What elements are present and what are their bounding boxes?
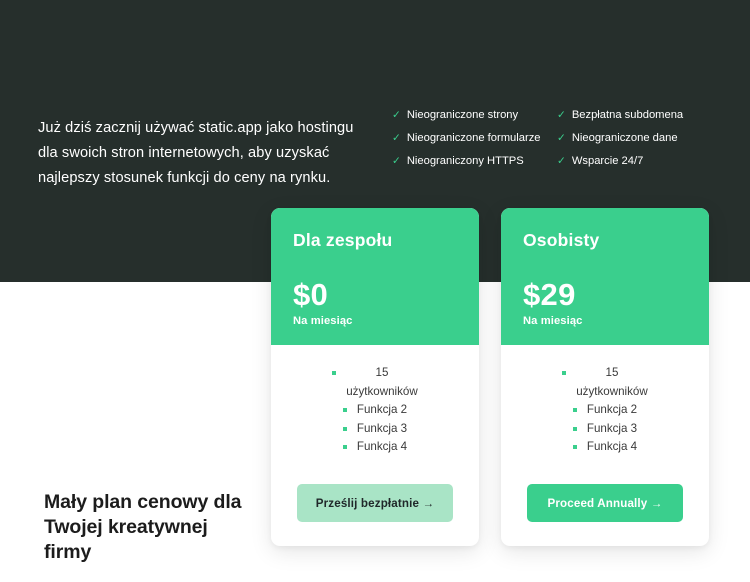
hero-feature-label: Wsparcie 24/7 — [571, 155, 644, 167]
hero-feature-label: Nieograniczone formularze — [406, 132, 541, 144]
hero-feature-item: ✓ Nieograniczone dane — [557, 131, 722, 154]
list-item: Funkcja 4 — [297, 438, 453, 457]
hero-feature-item: ✓ Nieograniczone formularze — [392, 131, 557, 154]
square-bullet-icon — [572, 408, 577, 412]
plan-period: Na miesiąc — [293, 315, 353, 327]
hero-feature-item: ✓ Bezpłatna subdomena — [557, 108, 722, 131]
check-icon: ✓ — [392, 109, 401, 121]
check-icon: ✓ — [557, 155, 566, 167]
plan-feature-label: Funkcja 4 — [356, 440, 408, 453]
plan-feature-label: Funkcja 4 — [586, 440, 638, 453]
plan-name: Dla zespołu — [293, 230, 393, 250]
list-item: Funkcja 4 — [527, 438, 683, 457]
plan-feature-label: Funkcja 3 — [586, 421, 638, 435]
pricing-card-header: Dla zespołu $0 Na miesiąc — [271, 208, 479, 345]
pricing-card-body: 15 użytkowników Funkcja 2 Funkcja 3 Funk… — [271, 345, 479, 546]
list-item: 15 użytkowników — [527, 364, 683, 401]
list-item: Funkcja 2 — [297, 401, 453, 420]
square-bullet-icon — [572, 426, 577, 431]
list-item: Funkcja 2 — [527, 401, 683, 420]
plan-period: Na miesiąc — [523, 315, 583, 327]
square-bullet-icon — [342, 426, 347, 431]
hero-feature-checklist: ✓ Nieograniczone strony ✓ Bezpłatna subd… — [392, 108, 722, 177]
list-item: Funkcja 3 — [527, 420, 683, 439]
pricing-card-personal[interactable]: Osobisty $29 Na miesiąc 15 użytkowników … — [501, 208, 709, 546]
pricing-card-team[interactable]: Dla zespołu $0 Na miesiąc 15 użytkownikó… — [271, 208, 479, 546]
square-bullet-icon — [572, 445, 577, 449]
hero-feature-item: ✓ Nieograniczone strony — [392, 108, 557, 131]
plan-feature-list: 15 użytkowników Funkcja 2 Funkcja 3 Funk… — [297, 364, 453, 457]
hero-feature-label: Nieograniczone strony — [406, 109, 519, 121]
plan-name: Osobisty — [523, 230, 600, 250]
list-item: 15 użytkowników — [297, 364, 453, 401]
plan-feature-label: Funkcja 2 — [586, 403, 638, 416]
plan-feature-label: Funkcja 2 — [356, 403, 408, 416]
check-icon: ✓ — [392, 155, 401, 167]
plan-feature-label: 15 użytkowników — [576, 366, 648, 398]
hero-feature-label: Bezpłatna subdomena — [571, 109, 684, 121]
check-icon: ✓ — [557, 109, 566, 121]
page-title: Mały plan cenowy dla Twojej kreatywnej f… — [44, 491, 242, 564]
check-icon: ✓ — [392, 132, 401, 144]
square-bullet-icon — [342, 445, 347, 449]
pricing-card-body: 15 użytkowników Funkcja 2 Funkcja 3 Funk… — [501, 345, 709, 546]
plan-feature-label: 15 użytkowników — [346, 366, 418, 398]
hero-feature-label: Nieograniczone dane — [571, 132, 678, 144]
square-bullet-icon — [562, 371, 566, 375]
hero-feature-item: ✓ Wsparcie 24/7 — [557, 154, 722, 177]
check-icon: ✓ — [557, 132, 566, 144]
hero-feature-item: ✓ Nieograniczony HTTPS — [392, 154, 557, 177]
plan-feature-list: 15 użytkowników Funkcja 2 Funkcja 3 Funk… — [527, 364, 683, 457]
plan-cta-button-team[interactable]: Prześlij bezpłatnie → — [297, 484, 453, 522]
pricing-card-header: Osobisty $29 Na miesiąc — [501, 208, 709, 345]
plan-cta-button-personal[interactable]: Proceed Annually → — [527, 484, 683, 522]
plan-price: $0 — [293, 277, 329, 312]
square-bullet-icon — [332, 371, 336, 375]
plan-feature-label: Funkcja 3 — [356, 421, 408, 435]
plan-price: $29 — [523, 277, 576, 312]
list-item: Funkcja 3 — [297, 420, 453, 439]
hero-feature-label: Nieograniczony HTTPS — [406, 155, 524, 167]
intro-paragraph: Już dziś zacznij używać static.app jako … — [38, 119, 354, 186]
square-bullet-icon — [342, 408, 347, 412]
